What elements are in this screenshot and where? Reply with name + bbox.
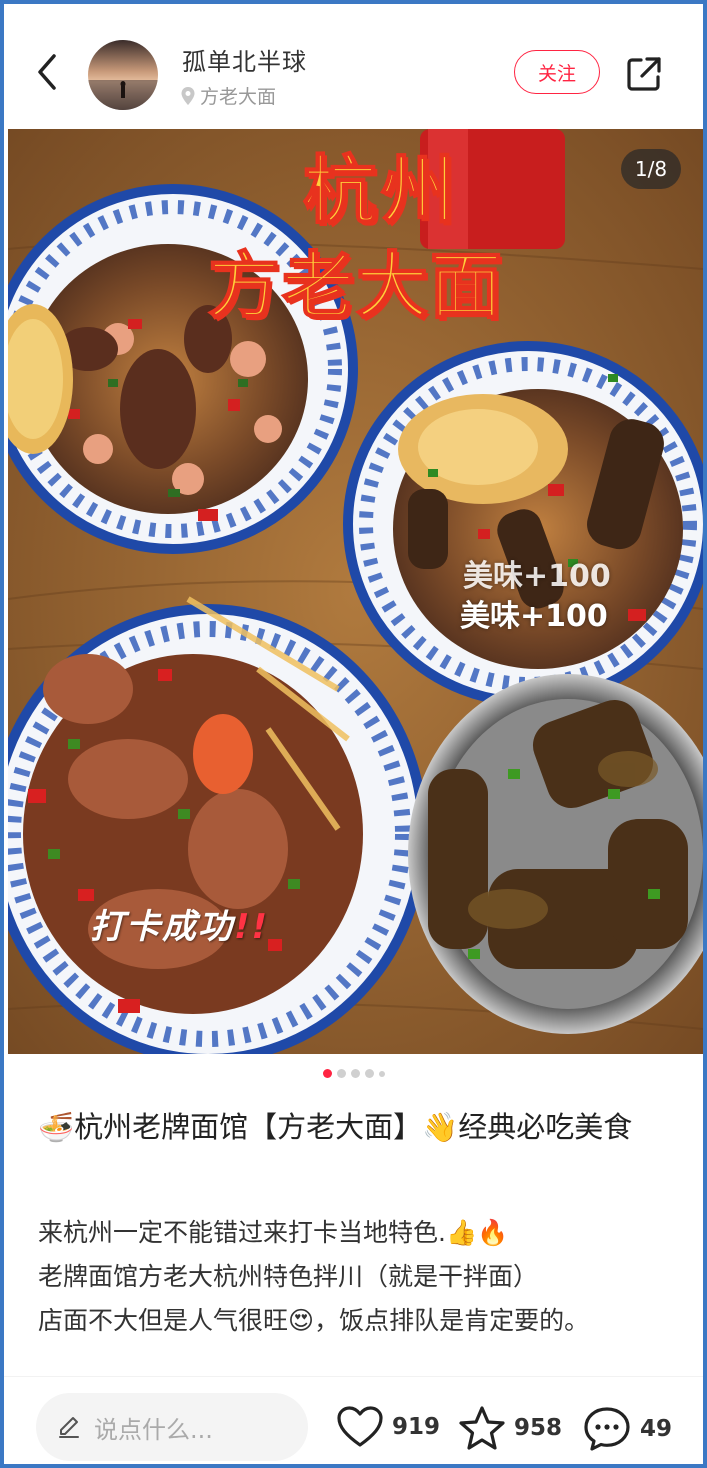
post-body-line: 老牌面馆方老大杭州特色拌川（就是干拌面） — [38, 1262, 539, 1291]
location-pin-icon — [181, 86, 195, 105]
carousel-dot[interactable] — [336, 1069, 346, 1078]
like-count: 919 — [392, 1414, 441, 1440]
location-label: 方老大面 — [200, 86, 277, 108]
comment-count: 49 — [640, 1416, 673, 1442]
avatar[interactable] — [88, 40, 158, 110]
overlay-checkin-mark: !! — [234, 907, 270, 947]
post-title: 🍜杭州老牌面馆【方老大面】👋经典必吃美食 — [38, 1110, 633, 1144]
app-frame: 孤单北半球 方老大面 关注 1/8 杭州 方老大面 美味+100 美味+100 … — [4, 4, 703, 1464]
comment-placeholder: 说点什么... — [94, 1415, 213, 1444]
image-counter: 1/8 — [621, 149, 681, 189]
post-body: 来杭州一定不能错过来打卡当地特色.👍🔥 老牌面馆方老大杭州特色拌川（就是干拌面）… — [38, 1211, 678, 1343]
carousel-dot[interactable] — [350, 1069, 360, 1078]
comment-bubble-icon — [584, 1407, 630, 1451]
share-button[interactable] — [624, 54, 664, 94]
overlay-title-line2: 方老大面 — [207, 243, 505, 329]
chevron-left-icon — [38, 54, 56, 90]
overlay-checkin-text: 打卡成功 — [90, 907, 234, 947]
heart-icon — [337, 1406, 383, 1447]
bottom-action-bar: 说点什么... 919 958 49 — [4, 1376, 703, 1464]
carousel-dot[interactable] — [322, 1069, 332, 1078]
like-button[interactable]: 919 — [336, 1405, 440, 1449]
pencil-icon — [59, 1417, 79, 1438]
share-icon — [627, 57, 661, 91]
back-button[interactable] — [34, 52, 62, 92]
star-icon — [459, 1406, 505, 1450]
overlay-checkin: 打卡成功!! — [90, 899, 269, 948]
comment-input[interactable]: 说点什么... — [36, 1393, 308, 1461]
star-count: 958 — [514, 1415, 563, 1441]
carousel-dot[interactable] — [364, 1069, 374, 1078]
post-body-line: 店面不大但是人气很旺😍，饭点排队是肯定要的。 — [38, 1306, 590, 1335]
location-tag[interactable]: 方老大面 — [180, 82, 276, 109]
carousel-indicator — [4, 1069, 703, 1078]
follow-button[interactable]: 关注 — [514, 50, 600, 94]
post-image[interactable]: 1/8 杭州 方老大面 美味+100 美味+100 打卡成功!! — [8, 129, 703, 1054]
overlay-title-line1: 杭州 — [302, 147, 459, 235]
carousel-dot[interactable] — [378, 1070, 385, 1077]
overlay-tag: 美味+100 — [460, 599, 608, 634]
post-header: 孤单北半球 方老大面 关注 — [4, 4, 703, 129]
username[interactable]: 孤单北半球 — [182, 42, 307, 77]
overlay-tag: 美味+100 — [463, 559, 611, 594]
post-body-line: 来杭州一定不能错过来打卡当地特色.👍🔥 — [38, 1218, 509, 1247]
collect-button[interactable]: 958 — [458, 1405, 562, 1451]
comment-button[interactable]: 49 — [582, 1405, 672, 1453]
